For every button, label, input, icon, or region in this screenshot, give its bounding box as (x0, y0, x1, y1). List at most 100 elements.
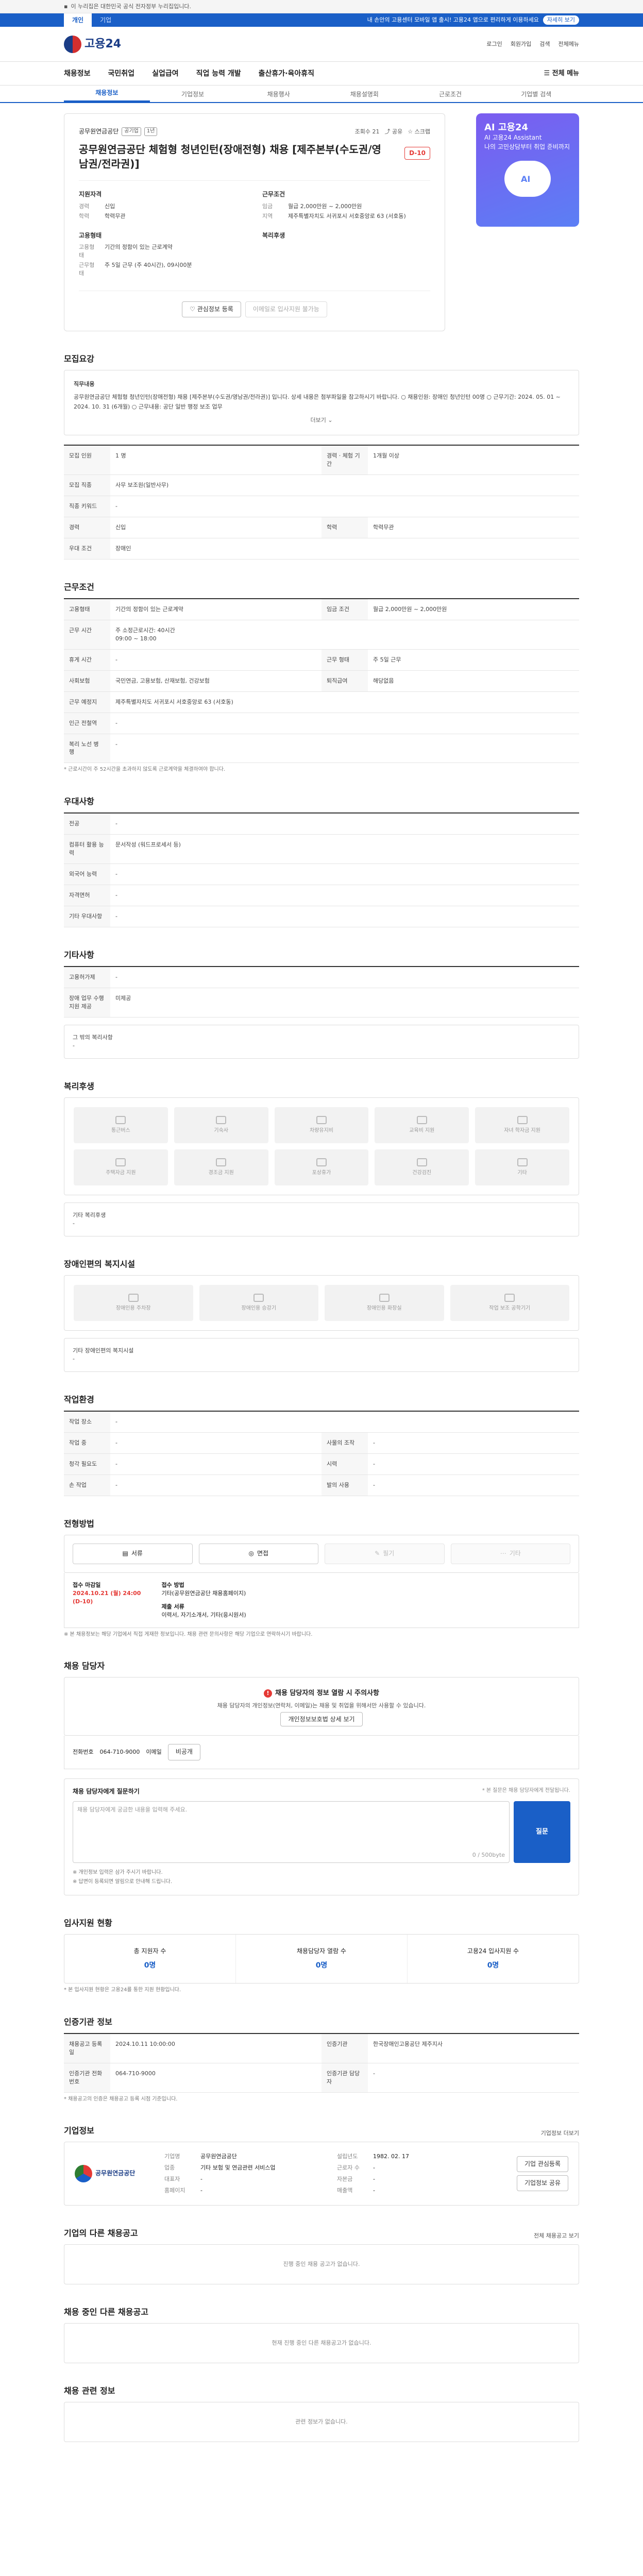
company-more-link[interactable]: 기업정보 더보기 (541, 2129, 579, 2138)
phone-number: 064-710-9000 (99, 1749, 140, 1756)
welfare-card: 포상휴가 (274, 1149, 369, 1185)
period-info: 접수 마감일 2024.10.21 (월) 24:00 (D-10) 접수 방법… (64, 1572, 579, 1628)
info-value: - (200, 2176, 202, 2183)
section-recruit: 모집요강 직무내용 공무원연금공단 체험형 청년인턴(장애전형) 채용 [제주본… (64, 353, 579, 560)
row-label: 복리 노선 병 행 (64, 734, 110, 763)
table-row: 고용형태 기간의 정함이 있는 근로계약 임금 조건 월급 2,000만원 ~ 2,0… (64, 599, 579, 620)
scrap-button[interactable]: ☆ 스크랩 (408, 128, 430, 136)
row-label: 손 작업 (64, 1475, 110, 1496)
row-label: 고용형태 (64, 599, 110, 620)
banner-button[interactable]: 자세히 보기 (543, 15, 579, 25)
nav-employment[interactable]: 국민취업 (108, 69, 135, 79)
table-row: 근무 시간 주 소정근로시간: 40시간 09:00 ~ 18:00 (64, 620, 579, 650)
deadline: 2024.10.21 (월) 24:00 (73, 1589, 141, 1597)
row-label: 사물의 조작 (321, 1432, 368, 1453)
method-buttons: ▤ 서류 ◎ 면접 ✎ 필기 ⋯ 기타 (64, 1534, 579, 1573)
row-value: - (115, 719, 117, 726)
row-value: 한국장애인고용공단 제주지사 (373, 2040, 443, 2047)
stat-value: 0명 (144, 1961, 156, 1970)
email-value: 비공개 (167, 1744, 200, 1760)
info-label: 근로자 수 (336, 2164, 360, 2172)
table-row: 휴게 시간 - 근무 형태 주 5일 근무 (64, 649, 579, 671)
welfare-card: 장애인용 주차장 (74, 1284, 193, 1321)
all-jobs-link[interactable]: 전체 채용공고 보기 (534, 2232, 579, 2240)
table-row: 전공 - (64, 814, 579, 835)
nav-all-menu[interactable]: ☰ 전체 메뉴 (544, 69, 579, 79)
question-submit-button[interactable]: 질문 (514, 1801, 570, 1863)
section-stats: 입사지원 현황 총 지원자 수 0명 채용담당자 열람 수 0명 고용24 입사지원 수… (64, 1917, 579, 1994)
job-title-box: 공무원연금공단 공기업 1년 조회수 21 ⤴ 공유 ☆ 스크랩 공무원연금공단… (64, 113, 445, 332)
ai-assistant-banner[interactable]: AI 고용24 AI 고용24 Assistant 나의 고민상담부터 취업 준… (476, 113, 579, 227)
subnav-sessions[interactable]: 채용설명회 (321, 90, 408, 102)
nav-training[interactable]: 직업 능력 개발 (196, 69, 241, 79)
company-logo-icon (75, 2165, 92, 2183)
table-row: 컴퓨터 활용 능력 문서작성 (워드프로세서 등) (64, 835, 579, 864)
interest-register-button[interactable]: ♡ 관심정보 등록 (182, 301, 241, 318)
question-input[interactable]: 채용 담당자에게 궁금한 내용을 입력해 주세요. 0 / 500byte (73, 1801, 510, 1863)
table-row: 인근 전철역 - (64, 713, 579, 734)
banner-text: 내 손안의 고용센터 모바일 앱 출시! 고용24 앱으로 편리하게 이용하세요 (367, 16, 539, 24)
all-menu-link[interactable]: 전체메뉴 (559, 40, 579, 48)
info-label: 업종 (164, 2164, 175, 2172)
facility-icon (253, 1293, 264, 1302)
signup-link[interactable]: 회원가입 (511, 40, 531, 48)
row-value: - (115, 1460, 117, 1467)
row-value: 제주특별자치도 서귀포시 서호중앙로 63 (서호동) (115, 698, 233, 705)
section-extra: 기타사항 고용허가제 - 장애 업무 수행 지원 제공 미제공 그 밖의 복리사항 - (64, 949, 579, 1059)
stat-box: 고용24 입사지원 수 0명 (408, 1935, 579, 1983)
nav-jobs[interactable]: 채용정보 (64, 69, 91, 79)
privacy-detail-button[interactable]: 개인정보보호법 상세 보기 (280, 1712, 363, 1727)
row-value: - (373, 2070, 375, 2077)
row-value: - (115, 656, 117, 663)
dots-icon: ⋯ (500, 1550, 506, 1557)
table-row: 작업 장소 - (64, 1411, 579, 1433)
env-table: 작업 장소 - 작업 중 - 사물의 조작 - 청각 필요도 - 시력 - 손 작업 - 발의 사용 - (64, 1410, 579, 1496)
agency-table: 채용공고 등록일 2024.10.11 10:00:00 인증기관 한국장애인고용공단… (64, 2032, 579, 2093)
site-logo[interactable]: 고용24 (64, 36, 121, 53)
table-row: 우대 조건 장애인 (64, 538, 579, 560)
login-link[interactable]: 로그인 (486, 40, 502, 48)
nav-unemployment[interactable]: 실업급여 (152, 69, 179, 79)
table-row: 손 작업 - 발의 사용 - (64, 1475, 579, 1496)
company-name[interactable]: 공무원연금공단 (79, 127, 119, 136)
row-value: - (115, 502, 117, 510)
share-button[interactable]: ⤴ 공유 (385, 128, 403, 136)
facility-icon (379, 1293, 390, 1302)
card-label: 장애인용 승강기 (241, 1305, 277, 1311)
tab-individual[interactable]: 개인 (64, 13, 92, 27)
subnav-conditions[interactable]: 근로조건 (408, 90, 494, 102)
tab-company[interactable]: 기업 (92, 13, 120, 27)
card-label: 포상휴가 (312, 1170, 331, 1176)
email-apply-button[interactable]: 이메일로 입사지원 불가능 (245, 301, 327, 318)
info-label: 설립년도 (336, 2153, 358, 2160)
robot-icon (504, 161, 551, 197)
subnav-events[interactable]: 채용행사 (235, 90, 321, 102)
row-label: 휴게 시간 (64, 649, 110, 670)
company-share-button[interactable]: 기업정보 공유 (516, 2175, 568, 2192)
method-other: ⋯ 기타 (450, 1543, 570, 1564)
row-label: 우대 조건 (64, 538, 110, 559)
main-nav: 채용정보 국민취업 실업급여 직업 능력 개발 출산휴가·육아휴직 ☰ 전체 메… (0, 62, 643, 86)
more-button[interactable]: 더보기 ⌄ (74, 416, 569, 426)
stat-label: 총 지원자 수 (133, 1947, 166, 1955)
card-label: 자녀 학자금 지원 (504, 1127, 540, 1133)
card-label: 통근버스 (111, 1127, 130, 1133)
section-work: 근무조건 고용형태 기간의 정함이 있는 근로계약 임금 조건 월급 2,000만원 … (64, 581, 579, 774)
subnav-company[interactable]: 기업정보 (150, 90, 236, 102)
table-row: 장애 업무 수행 지원 제공 미제공 (64, 988, 579, 1018)
company-interest-button[interactable]: 기업 관심등록 (516, 2156, 568, 2173)
subnav-search[interactable]: 기업별 검색 (493, 90, 579, 102)
row-value: 사무 보조원(일반사무) (115, 482, 169, 488)
row-label: 경력 (64, 517, 110, 538)
search-link[interactable]: 검색 (539, 40, 550, 48)
row-label: 채용공고 등록일 (64, 2033, 110, 2063)
facility-icon (316, 1115, 327, 1124)
info-value: 공무원연금공단 (200, 2153, 237, 2160)
info-label: 기업명 (164, 2153, 180, 2160)
stat-label: 고용24 입사지원 수 (467, 1947, 519, 1955)
info-value: - (373, 2164, 375, 2172)
subnav-jobs[interactable]: 채용정보 (64, 89, 150, 102)
nav-leave[interactable]: 출산휴가·육아휴직 (259, 69, 314, 79)
stat-box: 총 지원자 수 0명 (64, 1935, 236, 1984)
section-nearby-jobs: 채용 중인 다른 채용공고 현재 진행 중인 다른 채용공고가 없습니다. (64, 2306, 579, 2364)
